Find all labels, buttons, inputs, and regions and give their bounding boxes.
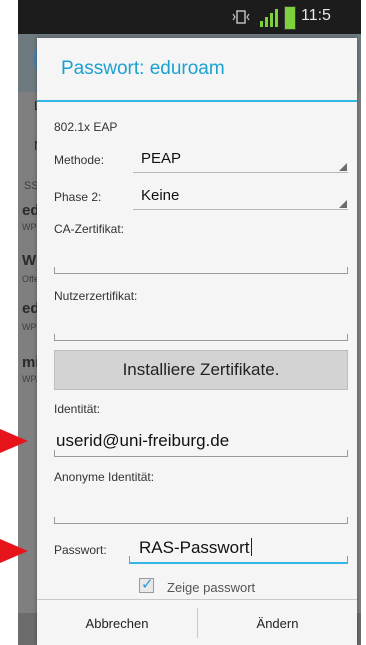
vibrate-icon xyxy=(232,10,250,24)
field-edge xyxy=(54,517,55,523)
field-edge xyxy=(347,517,348,523)
dialog-button-bar: Abbrechen Ändern xyxy=(37,599,357,645)
identity-label: Identität: xyxy=(54,402,101,416)
status-bar: 11:5 xyxy=(18,0,361,34)
identity-value: userid@uni-freiburg.de xyxy=(56,431,230,450)
eap-label: 802.1x EAP xyxy=(54,120,118,134)
show-password-checkbox[interactable]: ✓ xyxy=(139,575,154,593)
text-cursor xyxy=(250,538,252,556)
install-certificates-button[interactable]: Installiere Zertifikate. xyxy=(54,350,348,390)
dropdown-arrow-icon xyxy=(339,200,347,208)
ca-cert-underline xyxy=(54,273,348,274)
phase2-value: Keine xyxy=(141,187,180,204)
field-edge xyxy=(347,556,348,562)
field-edge xyxy=(54,450,55,456)
field-edge xyxy=(347,334,348,340)
field-edge xyxy=(54,267,55,273)
phone-screen: 11:5 ( L N SSI edu WP WL Offe edu WP mi … xyxy=(18,0,361,645)
dropdown-arrow-icon xyxy=(339,163,347,171)
cancel-button[interactable]: Abbrechen xyxy=(37,600,197,645)
field-edge xyxy=(129,556,130,562)
user-cert-label: Nutzerzertifikat: xyxy=(54,289,138,303)
background-network-sub: WP xyxy=(22,222,37,232)
field-edge xyxy=(347,450,348,456)
anon-identity-label: Anonyme Identität: xyxy=(54,470,155,484)
field-edge xyxy=(54,334,55,340)
clock: 11:5 xyxy=(301,7,331,24)
identity-underline xyxy=(54,456,348,457)
identity-pointer-arrow xyxy=(0,429,28,453)
change-button[interactable]: Ändern xyxy=(198,600,357,645)
password-dialog: Passwort: eduroam 802.1x EAP Methode: PE… xyxy=(37,38,357,645)
user-cert-underline xyxy=(54,340,348,341)
method-value: PEAP xyxy=(141,150,182,167)
check-icon: ✓ xyxy=(141,575,154,593)
password-pointer-arrow xyxy=(0,539,28,563)
title-divider xyxy=(37,100,357,102)
method-underline xyxy=(133,172,348,173)
method-label: Methode: xyxy=(54,153,105,167)
field-edge xyxy=(347,267,348,273)
signal-icon xyxy=(260,9,278,27)
battery-icon xyxy=(284,6,296,30)
ca-cert-label: CA-Zertifikat: xyxy=(54,222,125,236)
password-value: RAS-Passwort xyxy=(139,538,252,557)
password-label: Passwort: xyxy=(54,543,107,557)
dialog-title: Passwort: eduroam xyxy=(61,58,225,79)
phase2-label: Phase 2: xyxy=(54,190,102,204)
phase2-underline xyxy=(133,209,348,210)
password-focus-underline xyxy=(129,562,348,564)
background-network-sub: WP xyxy=(22,322,37,332)
anon-identity-underline xyxy=(54,523,348,524)
show-password-label: Zeige passwort xyxy=(167,580,256,595)
